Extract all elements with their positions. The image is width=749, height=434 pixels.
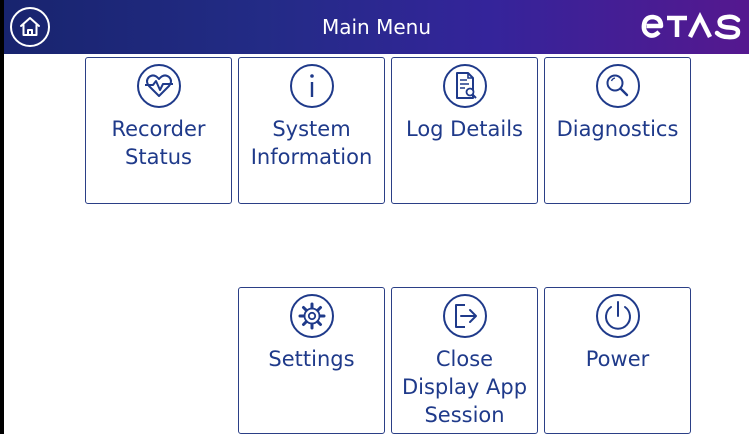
document-search-icon bbox=[442, 64, 487, 108]
tile-close-display-app-session[interactable]: Close Display App Session bbox=[391, 287, 538, 434]
tile-label: Recorder Status bbox=[111, 117, 206, 169]
exit-icon bbox=[442, 294, 487, 338]
page-title: Main Menu bbox=[321, 15, 431, 39]
tile-label: System Information bbox=[250, 117, 373, 169]
power-icon bbox=[595, 294, 640, 338]
tile-diagnostics[interactable]: Diagnostics bbox=[544, 57, 691, 204]
tile-label: Log Details bbox=[406, 117, 523, 141]
gear-icon bbox=[289, 294, 334, 338]
title-bar: Main Menu bbox=[4, 0, 749, 54]
tile-power[interactable]: Power bbox=[544, 287, 691, 434]
tile-label: Close Display App Session bbox=[401, 347, 528, 427]
tile-recorder-status[interactable]: Recorder Status bbox=[85, 57, 232, 204]
heart-pulse-icon bbox=[136, 64, 181, 108]
etas-logo bbox=[641, 11, 741, 40]
window-border bbox=[0, 0, 4, 434]
tile-log-details[interactable]: Log Details bbox=[391, 57, 538, 204]
tile-label: Diagnostics bbox=[556, 117, 679, 141]
magnifier-icon bbox=[595, 64, 640, 108]
app-window: Main Menu Recorder Status System Informa… bbox=[0, 0, 749, 434]
tile-system-information[interactable]: System Information bbox=[238, 57, 385, 204]
tile-settings[interactable]: Settings bbox=[238, 287, 385, 434]
tile-label: Settings bbox=[268, 347, 355, 371]
info-icon bbox=[289, 64, 334, 108]
tile-label: Power bbox=[585, 347, 650, 371]
